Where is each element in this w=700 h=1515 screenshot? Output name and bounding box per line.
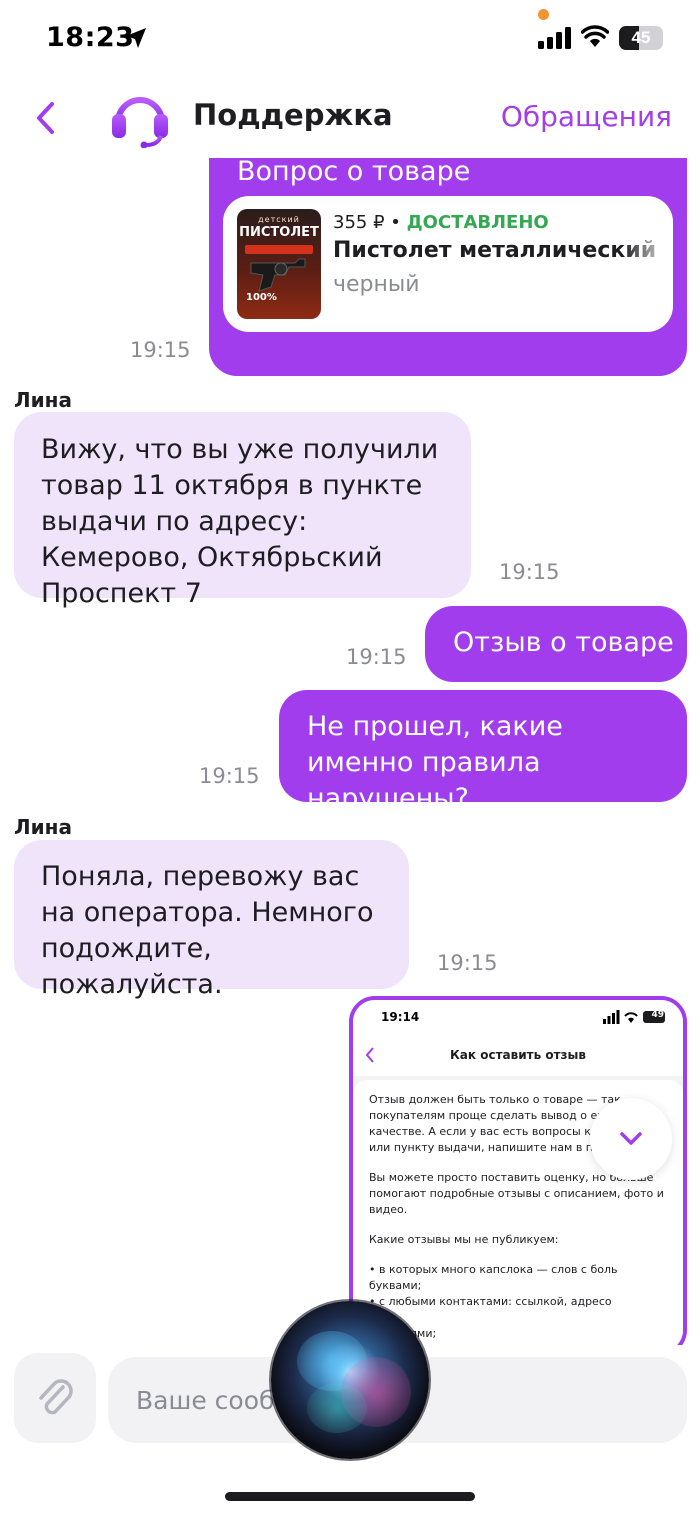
message-time: 19:15 bbox=[499, 560, 560, 584]
screenshot-list-item: • в которых много капслока — слов с боль bbox=[369, 1263, 618, 1276]
screenshot-list-item: • с любыми контактами: ссылкой, адресо bbox=[369, 1295, 612, 1308]
incoming-message[interactable]: Вижу, что вы уже получили товар 11 октяб… bbox=[14, 412, 471, 609]
product-name: Пистолет металлический bbox=[333, 238, 657, 263]
price-separator: • bbox=[390, 212, 401, 233]
chevron-down-icon bbox=[620, 1132, 642, 1145]
home-indicator[interactable] bbox=[225, 1492, 475, 1501]
screenshot-title: Как оставить отзыв bbox=[450, 1048, 586, 1062]
privacy-indicator-dot bbox=[538, 9, 549, 20]
incoming-message[interactable]: Поняла, перевожу вас на оператора. Немно… bbox=[14, 840, 409, 1000]
screenshot-list-item: буквами; bbox=[369, 1279, 422, 1292]
battery-icon: 45 bbox=[619, 26, 663, 50]
message-time: 19:15 bbox=[437, 951, 498, 975]
message-text: Отзыв о товаре bbox=[453, 627, 674, 658]
cellular-signal-icon bbox=[538, 27, 571, 49]
thumb-badge: 100% bbox=[246, 292, 277, 303]
message-text: Вижу, что вы уже получили товар 11 октяб… bbox=[41, 434, 439, 609]
delivery-status: ДОСТАВЛЕНО bbox=[406, 212, 549, 233]
thumb-title: ПИСТОЛЕТ bbox=[239, 225, 319, 240]
outgoing-message-product[interactable]: Вопрос о товаре детский ПИСТОЛЕТ 100% 35… bbox=[209, 150, 687, 376]
message-text: Поняла, перевожу вас на оператора. Немно… bbox=[41, 861, 374, 1000]
screenshot-status-bar: 19:14 49 bbox=[353, 1000, 683, 1036]
siri-orb[interactable] bbox=[271, 1301, 429, 1459]
battery-percent: 45 bbox=[631, 28, 651, 47]
status-bar: 18:23 45 bbox=[0, 0, 700, 78]
text-fade bbox=[623, 238, 673, 272]
screenshot-nav: Как оставить отзыв bbox=[353, 1036, 683, 1076]
screenshot-battery: 49 bbox=[651, 1010, 664, 1020]
message-text: Вопрос о товаре bbox=[237, 156, 471, 187]
screenshot-time: 19:14 bbox=[381, 1010, 420, 1024]
message-time: 19:15 bbox=[346, 645, 407, 669]
chat-thread[interactable]: Вопрос о товаре детский ПИСТОЛЕТ 100% 35… bbox=[0, 150, 700, 1345]
status-time: 18:23 bbox=[46, 22, 135, 53]
chat-header: Поддержка Обращения bbox=[0, 78, 700, 158]
paperclip-icon bbox=[39, 1379, 73, 1415]
page-title: Поддержка bbox=[193, 98, 393, 132]
sender-name: Лина bbox=[14, 815, 72, 839]
product-price: 355 ₽ bbox=[333, 212, 385, 233]
message-text: Не прошел, какие именно правила нарушены… bbox=[307, 711, 563, 814]
message-time: 19:15 bbox=[199, 764, 260, 788]
product-thumbnail: детский ПИСТОЛЕТ 100% bbox=[237, 209, 321, 319]
outgoing-message[interactable]: Не прошел, какие именно правила нарушены… bbox=[279, 690, 687, 814]
wifi-icon bbox=[581, 25, 609, 47]
message-time: 19:15 bbox=[130, 338, 191, 362]
product-variant: черный bbox=[333, 272, 420, 297]
scroll-to-bottom-button[interactable] bbox=[590, 1098, 672, 1180]
back-chevron-icon[interactable] bbox=[28, 96, 64, 140]
product-card[interactable]: детский ПИСТОЛЕТ 100% 355 ₽ • ДОСТАВЛЕНО… bbox=[223, 196, 673, 332]
sender-name: Лина bbox=[14, 388, 72, 412]
attach-button[interactable] bbox=[14, 1353, 96, 1443]
requests-link[interactable]: Обращения bbox=[501, 100, 672, 133]
thumb-caption: детский bbox=[258, 215, 300, 224]
revolver-image-icon bbox=[250, 258, 306, 292]
product-price-line: 355 ₽ • ДОСТАВЛЕНО bbox=[333, 212, 549, 233]
screenshot-paragraph: Какие отзывы мы не публикуем: bbox=[369, 1233, 559, 1246]
siri-glow bbox=[307, 1383, 367, 1433]
screenshot-list-item: она; bbox=[369, 1310, 667, 1326]
outgoing-message[interactable]: Отзыв о товаре bbox=[425, 606, 687, 682]
headset-support-icon bbox=[112, 97, 168, 148]
location-arrow-icon bbox=[126, 28, 146, 48]
